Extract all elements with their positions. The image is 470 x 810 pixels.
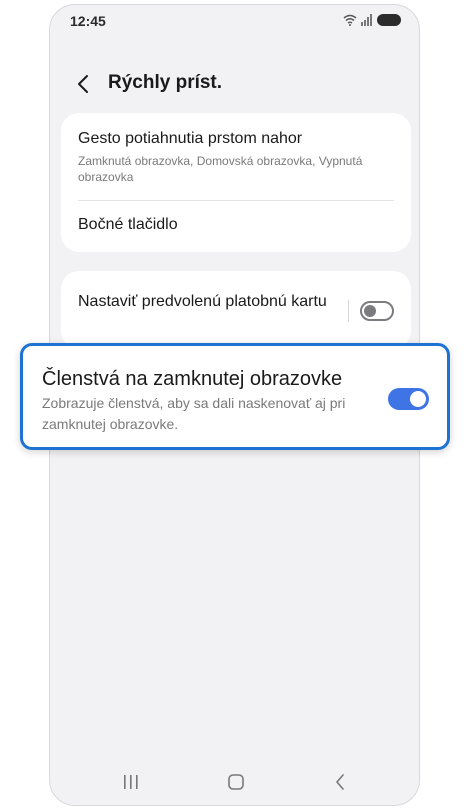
setting-title: Nastaviť predvolenú platobnú kartu (78, 293, 327, 310)
status-bar: 12:45 (50, 5, 419, 39)
setting-title: Bočné tlačidlo (78, 216, 178, 233)
vertical-divider (348, 300, 349, 322)
highlighted-setting-title: Členstvá na zamknutej obrazovke (42, 368, 343, 390)
highlighted-setting-description: Zobrazuje členstvá, aby sa dali naskenov… (42, 395, 346, 432)
wifi-icon (343, 14, 357, 26)
page-title: Rýchly príst. (108, 72, 223, 93)
home-icon (228, 774, 244, 790)
settings-card-payment: Nastaviť predvolenú platobnú kartu (61, 271, 411, 349)
navigation-bar (50, 759, 419, 805)
home-button[interactable] (221, 769, 251, 795)
recents-button[interactable] (116, 769, 146, 795)
setting-title: Gesto potiahnutia prstom nahor (78, 130, 303, 147)
signal-icon (361, 14, 372, 26)
setting-item-default-card[interactable]: Nastaviť predvolenú platobnú kartu (61, 271, 411, 349)
setting-subtitle: Zamknutá obrazovka, Domovská obrazovka, … (78, 154, 363, 184)
battery-icon (377, 14, 401, 26)
toggle-knob (364, 305, 376, 317)
app-header: Rýchly príst. (50, 61, 419, 107)
back-button[interactable] (70, 69, 96, 99)
status-icons (343, 14, 401, 26)
setting-item-side-button[interactable]: Bočné tlačidlo (61, 201, 411, 252)
recents-icon (124, 775, 138, 789)
toggle-knob (410, 391, 426, 407)
settings-card-gestures: Gesto potiahnutia prstom nahor Zamknutá … (61, 113, 411, 252)
setting-item-swipe-gesture[interactable]: Gesto potiahnutia prstom nahor Zamknutá … (61, 113, 411, 199)
system-back-button[interactable] (325, 769, 355, 795)
default-card-toggle[interactable] (360, 301, 394, 321)
chevron-left-icon (78, 75, 88, 93)
status-time: 12:45 (70, 13, 106, 29)
highlighted-setting-lockscreen-memberships[interactable]: Členstvá na zamknutej obrazovke Zobrazuj… (20, 343, 450, 450)
back-icon (336, 774, 344, 790)
lockscreen-memberships-toggle[interactable] (388, 388, 429, 410)
